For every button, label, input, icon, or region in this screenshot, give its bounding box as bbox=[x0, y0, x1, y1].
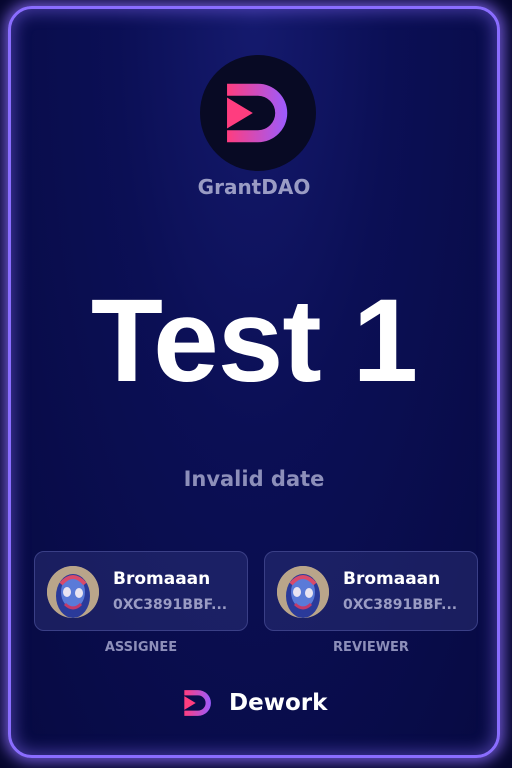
assignee-card[interactable]: Bromaaan 0XC3891BBF... bbox=[34, 551, 248, 631]
avatar bbox=[277, 566, 329, 618]
reviewer-name: Bromaaan bbox=[343, 569, 441, 589]
brand-footer[interactable]: Dework bbox=[179, 683, 327, 723]
assignee-role-label: ASSIGNEE bbox=[104, 640, 178, 655]
assignee-name: Bromaaan bbox=[113, 569, 211, 589]
dework-logo-icon bbox=[227, 83, 288, 143]
assignee-address: 0XC3891BBF... bbox=[113, 597, 228, 613]
org-name: GrantDAO bbox=[197, 175, 311, 199]
org-logo bbox=[200, 55, 316, 171]
avatar bbox=[47, 566, 99, 618]
task-title: Test 1 bbox=[90, 275, 418, 407]
reviewer-card[interactable]: Bromaaan 0XC3891BBF... bbox=[264, 551, 478, 631]
brand-name: Dework bbox=[229, 690, 328, 716]
task-date: Invalid date bbox=[183, 467, 325, 491]
task-card: GrantDAO Test 1 Invalid date Bromaaan 0X… bbox=[8, 6, 500, 758]
reviewer-address: 0XC3891BBF... bbox=[343, 597, 458, 613]
reviewer-role-label: REVIEWER bbox=[333, 640, 409, 655]
page-background: GrantDAO Test 1 Invalid date Bromaaan 0X… bbox=[0, 0, 512, 768]
dework-logo-icon bbox=[184, 690, 211, 716]
